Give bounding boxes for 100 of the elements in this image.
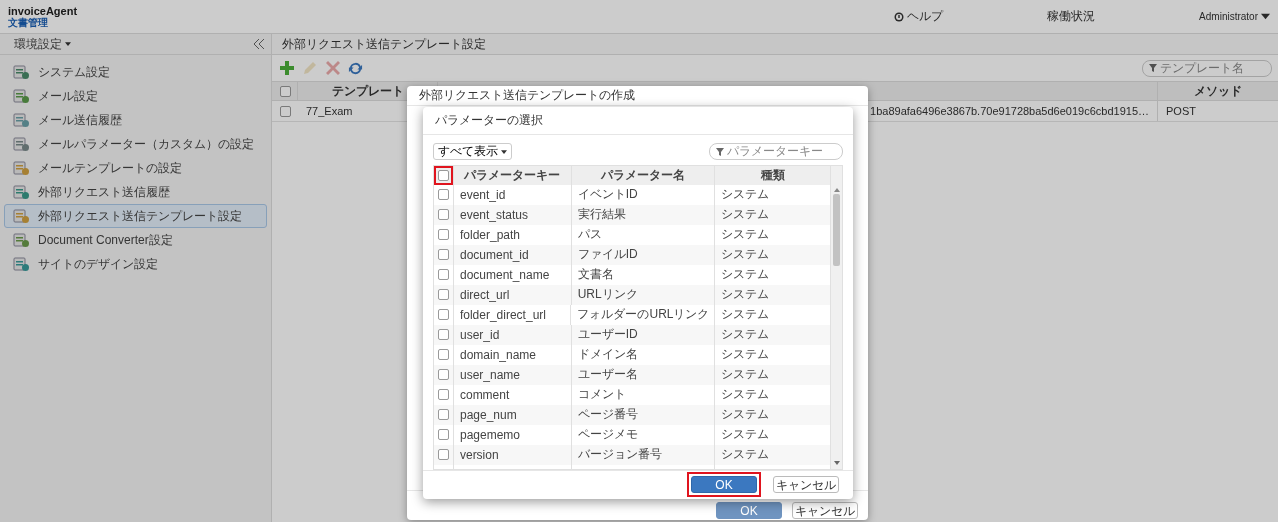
sidebar-item[interactable]: 外部リクエスト送信履歴 <box>4 180 267 204</box>
filter-icon <box>716 147 724 156</box>
settings-item-icon <box>13 160 30 176</box>
view-dropdown[interactable]: すべて表示 <box>433 143 512 160</box>
filter-icon <box>1149 64 1157 72</box>
sidebar-item[interactable]: メール設定 <box>4 84 267 108</box>
table-cell: 1ba89afa6496e3867b.70e91728ba5d6e019c6cbd1915… <box>870 105 1149 117</box>
table-cell: user_id <box>459 327 500 342</box>
table-cell: システム <box>721 226 770 243</box>
checkbox[interactable] <box>437 309 449 320</box>
checkbox[interactable] <box>437 449 449 460</box>
table-cell: パス <box>577 226 602 243</box>
table-cell: 実行結果 <box>577 206 626 223</box>
checkbox[interactable] <box>437 189 449 200</box>
checkbox[interactable] <box>437 369 449 380</box>
toolbar-button[interactable] <box>278 59 295 77</box>
sidebar-item[interactable]: サイトのデザイン設定 <box>4 252 267 276</box>
table-cell: システム <box>721 266 770 283</box>
dialog-title: 外部リクエスト送信テンプレートの作成 <box>407 86 868 106</box>
table-cell: event_id <box>459 187 506 202</box>
table-cell: システム <box>721 306 770 323</box>
user-menu[interactable]: Administrator <box>1199 11 1270 22</box>
table-cell: システム <box>721 406 770 423</box>
caret-icon <box>65 42 71 46</box>
sidebar-item[interactable]: Document Converter設定 <box>4 228 267 252</box>
refresh-icon <box>348 60 363 76</box>
checkbox[interactable] <box>437 349 449 360</box>
help-icon <box>894 11 905 22</box>
settings-item-icon <box>13 256 30 272</box>
caret-icon <box>501 149 507 154</box>
plus-icon <box>279 61 294 75</box>
settings-item-icon <box>13 112 30 128</box>
table-cell: pagememo <box>459 427 520 442</box>
table-cell: folder_path <box>459 227 520 242</box>
table-cell: システム <box>721 346 770 363</box>
dialog-title: パラメーターの選択 <box>423 107 853 135</box>
checkbox[interactable] <box>437 329 449 340</box>
table-cell: page_num <box>459 407 517 422</box>
table-cell: user_name <box>459 367 520 382</box>
settings-item-icon <box>13 64 30 80</box>
table-cell: document_id <box>459 247 529 262</box>
scroll-down-icon <box>833 460 840 465</box>
checkbox[interactable] <box>437 389 449 400</box>
table-cell: document_name <box>459 267 550 282</box>
checkbox[interactable] <box>437 269 449 280</box>
dialog-button[interactable]: キャンセル <box>773 476 839 494</box>
sidebar-item[interactable]: メールパラメーター（カスタム）の設定 <box>4 132 267 156</box>
table-cell: システム <box>721 326 770 343</box>
table-cell: ファイルID <box>577 246 638 263</box>
checkbox[interactable] <box>437 229 449 240</box>
sidebar-item[interactable]: メールテンプレートの設定 <box>4 156 267 180</box>
table-cell: folder_direct_url <box>459 307 546 322</box>
filter-field[interactable]: パラメーターキー <box>709 143 843 160</box>
header-link[interactable]: 稼働状況 <box>1047 8 1096 25</box>
table-cell: URLリンク <box>577 286 638 303</box>
checkbox[interactable] <box>437 429 449 440</box>
column-header: メソッド <box>1194 82 1242 100</box>
column-header: パラメーターキー <box>464 166 561 184</box>
table-cell: POST <box>1166 105 1196 117</box>
table-cell: ページ番号 <box>577 406 638 423</box>
table-cell: 文書名 <box>577 266 614 283</box>
table-cell: direct_url <box>459 287 510 302</box>
dialog-button[interactable]: キャンセル <box>792 502 858 519</box>
scrollbar[interactable] <box>831 165 842 469</box>
table-cell: ドメイン名 <box>577 346 638 363</box>
dialog-button[interactable]: OK <box>691 476 757 494</box>
table-cell: 77_Exam <box>306 105 353 117</box>
settings-menu[interactable]: 環境設定 <box>14 35 71 53</box>
table-cell: システム <box>721 426 770 443</box>
checkbox[interactable] <box>437 289 449 300</box>
settings-item-icon <box>13 88 30 104</box>
sidebar-item[interactable]: システム設定 <box>4 60 267 84</box>
checkbox[interactable] <box>437 249 449 260</box>
checkbox[interactable] <box>437 209 449 220</box>
table-cell: ユーザー名 <box>577 366 638 383</box>
header-link[interactable]: ヘルプ <box>894 8 944 25</box>
column-header: パラメーター名 <box>601 166 685 184</box>
sidebar-item[interactable]: メール送信履歴 <box>4 108 267 132</box>
caret-icon <box>1261 13 1270 20</box>
table-cell: コメント <box>577 386 626 403</box>
collapse-icon[interactable] <box>253 39 265 49</box>
table-cell: ユーザーID <box>577 326 638 343</box>
checkbox[interactable] <box>438 169 449 181</box>
table-cell: システム <box>721 286 770 303</box>
table-cell: イベントID <box>577 186 638 203</box>
sidebar-item[interactable]: 外部リクエスト送信テンプレート設定 <box>4 204 267 228</box>
checkbox[interactable] <box>280 105 291 117</box>
app-name: invoiceAgent <box>8 4 78 17</box>
scrollbar-thumb[interactable] <box>833 193 840 266</box>
table-cell: フォルダーのURLリンク <box>577 306 710 323</box>
checkbox[interactable] <box>437 409 449 420</box>
column-header: 種類 <box>760 166 785 184</box>
settings-item-icon <box>13 208 30 224</box>
table-cell: システム <box>721 246 770 263</box>
checkbox[interactable] <box>280 85 291 97</box>
table-cell: ページメモ <box>577 426 638 443</box>
settings-item-icon <box>13 232 30 248</box>
table-cell: バージョン番号 <box>577 446 662 463</box>
table-cell: システム <box>721 186 770 203</box>
page-title: 外部リクエスト送信テンプレート設定 <box>272 34 1278 55</box>
